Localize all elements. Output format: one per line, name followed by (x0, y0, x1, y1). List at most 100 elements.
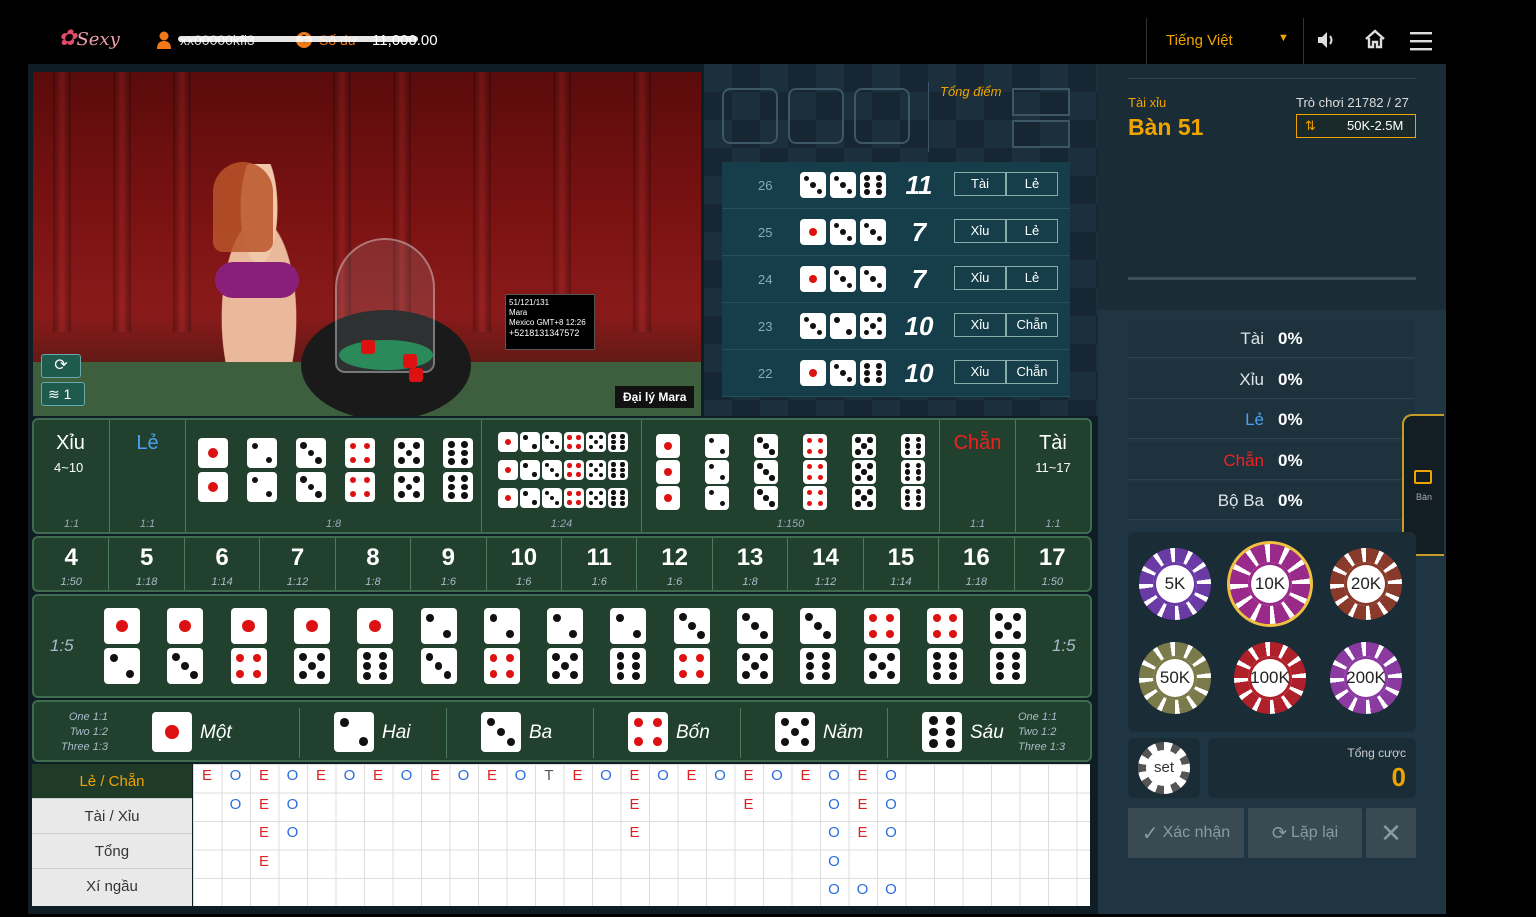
bet-even[interactable]: Chẵn 1:1 (940, 420, 1016, 532)
bet-sum-4[interactable]: 4 1:50 (34, 538, 110, 590)
board-row-pairs: 1:5 1:5 (32, 594, 1092, 698)
bet-face-6[interactable]: Sáu (887, 708, 1027, 758)
die-face-five-icon (852, 434, 876, 458)
sum-odds: 1:6 (591, 576, 607, 588)
bet-sum-15[interactable]: 15 1:14 (864, 538, 940, 590)
bet-triple-4[interactable] (795, 420, 844, 516)
table-icon (1414, 470, 1432, 484)
bet-sum-17[interactable]: 17 1:50 (1015, 538, 1090, 590)
bet-face-4[interactable]: Bốn (593, 708, 733, 758)
bet-pair-3-6[interactable] (798, 608, 838, 688)
red-die (409, 368, 423, 382)
bet-face-5[interactable]: Năm (740, 708, 880, 758)
info-divider-2 (1128, 277, 1416, 280)
die-face-six-icon (901, 460, 925, 484)
home-icon[interactable] (1364, 28, 1386, 55)
chip-10k[interactable]: 10K (1230, 544, 1310, 624)
bet-pair-4-5[interactable] (862, 608, 902, 688)
volume-icon[interactable] (1316, 30, 1338, 55)
bet-pair-2-3[interactable] (419, 608, 459, 688)
sum-value: 5 (139, 544, 154, 571)
bet-sum-13[interactable]: 13 1:8 (713, 538, 789, 590)
chip-20k[interactable]: 20K (1330, 548, 1402, 620)
limit-select[interactable]: ⇅ 50K-2.5M (1296, 114, 1416, 138)
bet-pair-1-3[interactable] (165, 608, 205, 688)
tab-dice[interactable]: Xí ngầu (32, 869, 192, 904)
bet-triple-5[interactable] (844, 420, 893, 516)
bet-sum-8[interactable]: 8 1:8 (336, 538, 412, 590)
set-chip-button[interactable]: set (1128, 738, 1200, 798)
refresh-button[interactable]: ⟳ (41, 354, 81, 378)
big-small-result: Xỉu (954, 313, 1006, 337)
die-face-six-icon (800, 648, 837, 684)
bet-pair-1-2[interactable] (102, 608, 142, 688)
bet-pair-2-6[interactable] (608, 608, 648, 688)
bet-sum-10[interactable]: 10 1:6 (487, 538, 562, 590)
bet-triple-6[interactable] (893, 420, 942, 516)
small-range: 4~10 (54, 460, 84, 475)
bet-face-1[interactable]: Một (152, 708, 292, 758)
cancel-button[interactable]: ✕ (1366, 808, 1416, 858)
bet-sum-14[interactable]: 14 1:12 (788, 538, 864, 590)
bet-sum-7[interactable]: 7 1:12 (260, 538, 336, 590)
language-select[interactable]: Tiếng Việt ▼ (1166, 32, 1294, 52)
bet-sum-6[interactable]: 6 1:14 (185, 538, 261, 590)
bet-big[interactable]: Tài 11~17 1:1 (1016, 420, 1090, 532)
chip-100k[interactable]: 100K (1234, 642, 1306, 714)
road-mark: E (258, 767, 269, 784)
sum-odds: 1:50 (1041, 576, 1063, 588)
die-face-five-icon (863, 648, 900, 684)
bet-pair-1-6[interactable] (355, 608, 395, 688)
bet-sum-16[interactable]: 16 1:18 (939, 538, 1015, 590)
bet-sum-9[interactable]: 9 1:6 (411, 538, 487, 590)
bet-double-3[interactable] (290, 420, 339, 516)
bet-pair-3-5[interactable] (735, 608, 775, 688)
bet-double-6[interactable] (437, 420, 486, 516)
die-face-six-icon (443, 472, 473, 502)
network-indicator[interactable]: ≋ 1 (41, 382, 85, 406)
bet-sum-11[interactable]: 11 1:6 (562, 538, 638, 590)
bet-triple-3[interactable] (746, 420, 795, 516)
chip-200k[interactable]: 200K (1330, 642, 1402, 714)
bet-small[interactable]: Xỉu 4~10 1:1 (34, 420, 110, 532)
repeat-button[interactable]: ⟳ Lặp lại (1248, 808, 1362, 858)
die-face-six-icon (901, 434, 925, 458)
sum-odds: 1:6 (666, 576, 683, 588)
road-mark: O (828, 852, 840, 870)
bet-sum-5[interactable]: 5 1:18 (109, 538, 185, 590)
menu-icon[interactable] (1410, 31, 1432, 56)
bet-face-3[interactable]: Ba (446, 708, 586, 758)
tab-odd-even[interactable]: Lẻ / Chẵn (32, 764, 192, 799)
road-mark: E (629, 795, 640, 813)
bet-triple-1[interactable] (648, 420, 697, 516)
bet-pair-2-5[interactable] (545, 608, 585, 688)
bet-pair-4-6[interactable] (925, 608, 965, 688)
bet-pair-3-4[interactable] (672, 608, 712, 688)
bet-double-5[interactable] (388, 420, 437, 516)
bet-odd[interactable]: Lẻ 1:1 (110, 420, 186, 532)
bet-any-triple[interactable]: 1:24 (482, 420, 642, 532)
bet-face-2[interactable]: Hai (299, 708, 439, 758)
die-face-five-icon (586, 488, 606, 508)
die-face-four-icon (803, 434, 827, 458)
bet-double-1[interactable] (192, 420, 241, 516)
bet-pair-1-4[interactable] (229, 608, 269, 688)
bet-pair-1-5[interactable] (292, 608, 332, 688)
chip-50k[interactable]: 50K (1139, 642, 1211, 714)
bet-pair-5-6[interactable] (988, 608, 1028, 688)
bet-triple-2[interactable] (697, 420, 746, 516)
tab-big-small[interactable]: Tài / Xỉu (32, 799, 192, 834)
tab-total[interactable]: Tổng (32, 834, 192, 869)
road-mark: O (885, 767, 897, 784)
bet-double-4[interactable] (339, 420, 388, 516)
sum-odds: 1:8 (365, 576, 381, 588)
pair-odds-right: 1:5 (1052, 636, 1076, 655)
odd-odds: 1:1 (139, 518, 156, 530)
set-label: set (1146, 750, 1182, 786)
bet-double-2[interactable] (241, 420, 290, 516)
bet-sum-12[interactable]: 12 1:6 (637, 538, 713, 590)
bet-pair-2-4[interactable] (482, 608, 522, 688)
confirm-button[interactable]: ✓ Xác nhận (1128, 808, 1244, 858)
board-row-main: Xỉu 4~10 1:1 Lẻ 1:1 1:8 1:24 1:150 Chẵn … (32, 418, 1092, 534)
chip-5k[interactable]: 5K (1139, 548, 1211, 620)
